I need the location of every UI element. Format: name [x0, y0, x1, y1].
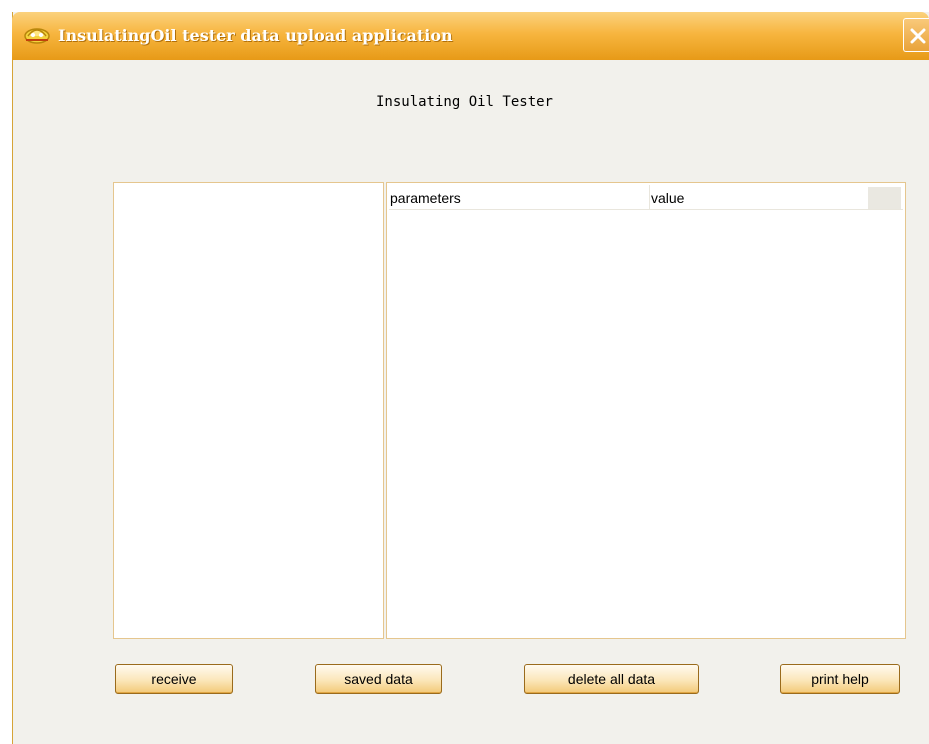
app-logo-icon	[22, 22, 52, 46]
close-icon	[910, 28, 926, 44]
receive-button[interactable]: receive	[115, 664, 233, 694]
parameter-table[interactable]: parameters value	[386, 182, 906, 639]
saved-data-button[interactable]: saved data	[315, 664, 442, 694]
table-header: parameters value	[389, 185, 903, 210]
title-bar[interactable]: InsulatingOil tester data upload applica…	[12, 12, 929, 60]
window-title: InsulatingOil tester data upload applica…	[58, 26, 453, 45]
column-header-parameters[interactable]: parameters	[390, 185, 650, 209]
delete-all-data-button[interactable]: delete all data	[524, 664, 699, 694]
print-help-button[interactable]: print help	[780, 664, 900, 694]
column-header-value[interactable]: value	[650, 185, 866, 209]
column-header-filler	[868, 187, 901, 209]
record-list[interactable]	[113, 182, 384, 639]
page-title: Insulating Oil Tester	[375, 94, 553, 110]
close-button[interactable]	[903, 18, 929, 52]
